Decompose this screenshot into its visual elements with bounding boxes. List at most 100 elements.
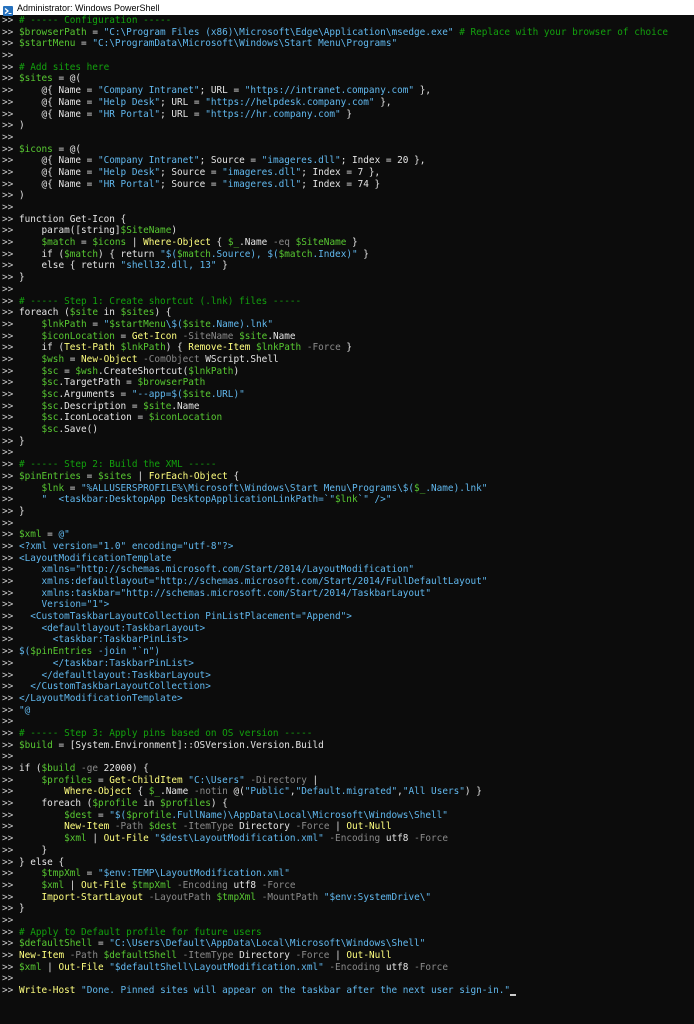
code-token: "Done. Pinned sites will appear on the t… [81, 985, 511, 997]
continuation-prompt: >> [2, 155, 19, 167]
console-line: >> <LayoutModificationTemplate [2, 553, 694, 565]
continuation-prompt: >> [2, 856, 19, 868]
continuation-prompt: >> [2, 424, 19, 436]
code-token: "$( [160, 248, 177, 260]
code-token: $match [41, 237, 76, 249]
code-token: $sites [120, 307, 155, 319]
code-token: function Get-Icon { [18, 213, 127, 225]
code-token: $defaultShell [103, 950, 178, 961]
console-line: >> if ($build -ge 22000) { [2, 763, 694, 775]
continuation-prompt: >> [2, 38, 19, 50]
continuation-prompt: >> [2, 482, 19, 494]
continuation-prompt: >> [2, 260, 19, 272]
code-token: .Name).lnk" [425, 482, 488, 494]
continuation-prompt: >> [2, 634, 19, 646]
code-token: $sc [41, 365, 59, 377]
code-token: $profile [126, 809, 172, 821]
continuation-prompt: >> [2, 435, 19, 447]
code-token: <LayoutModificationTemplate [18, 552, 172, 564]
code-token: "C:\Program Files (x86)\Microsoft\Edge\A… [103, 26, 454, 38]
code-token: "imageres.dll" [222, 178, 302, 190]
console-line: >> [2, 751, 694, 763]
continuation-prompt: >> [2, 973, 19, 985]
code-token: $tmpXml [131, 879, 172, 891]
continuation-prompt: >> [2, 400, 19, 412]
code-token: $wsh [41, 353, 65, 365]
code-token: # Replace with your browser of choice [459, 26, 669, 38]
code-token: ; URL = [160, 96, 206, 108]
code-token: # ----- Configuration ----- [18, 15, 172, 26]
console-line: >> </taskbar:TaskbarPinList> [2, 658, 694, 670]
code-token: $_ [414, 482, 426, 494]
console-line: >> New-Item -Path $dest -ItemType Direct… [2, 821, 694, 833]
continuation-prompt: >> [2, 611, 19, 623]
code-token: ) [18, 190, 25, 202]
continuation-prompt: >> [2, 587, 19, 599]
code-token: Get-Icon [131, 330, 177, 342]
code-token: .Name [239, 237, 273, 249]
code-token: $sc [41, 412, 59, 424]
continuation-prompt: >> [2, 552, 19, 564]
code-token: -Path [69, 950, 98, 961]
console-line: >> $icons = @( [2, 144, 694, 156]
continuation-prompt: >> [2, 844, 19, 856]
code-token: `" />" [357, 494, 392, 506]
code-token: utf8 [380, 833, 415, 845]
code-token: ; Source = [160, 166, 223, 178]
continuation-prompt: >> [2, 669, 19, 681]
code-token: Version="1"> [18, 599, 110, 611]
code-token: -ge [81, 763, 98, 774]
console-line: >> @{ Name = "Help Desk"; Source = "imag… [2, 167, 694, 179]
console-output[interactable]: >> # ----- Configuration ----- >> $browse… [0, 15, 694, 1024]
code-token: .Source), $( [210, 248, 279, 260]
continuation-prompt: >> [2, 108, 19, 120]
console-line: >> </LayoutModificationTemplate> [2, 693, 694, 705]
console-line: >> ) [2, 120, 694, 132]
code-token: "https://helpdesk.company.com" [205, 96, 375, 108]
code-token: -Encoding [329, 961, 381, 973]
console-line: >> $pinEntries = $sites | ForEach-Object… [2, 471, 694, 483]
title-bar[interactable]: Administrator: Windows PowerShell [0, 0, 694, 16]
continuation-prompt: >> [2, 833, 19, 845]
console-line: >> function Get-Icon { [2, 214, 694, 226]
console-line: >> $sc.IconLocation = $iconLocation [2, 412, 694, 424]
code-token: { [227, 470, 240, 482]
code-token: else { return [18, 260, 121, 272]
code-token: $profile [92, 798, 138, 810]
continuation-prompt: >> [2, 716, 19, 728]
console-line: >> @{ Name = "HR Portal"; Source = "imag… [2, 179, 694, 191]
window-title: Administrator: Windows PowerShell [17, 2, 160, 13]
code-token: ) { [210, 798, 228, 810]
code-token: utf8 [380, 961, 415, 973]
code-token: @{ Name = [18, 96, 98, 108]
code-token: "Public" [244, 786, 290, 798]
code-token: $site [69, 307, 98, 319]
code-token: | [86, 833, 104, 845]
continuation-prompt: >> [2, 821, 19, 833]
code-token: = [81, 470, 98, 482]
continuation-prompt: >> [2, 727, 19, 739]
code-token: -Force [261, 879, 296, 891]
code-token: 22000) { [97, 763, 149, 774]
console-line: >> $sc.Arguments = "--app=$($site.URL)" [2, 389, 694, 401]
code-token: -Directory [250, 774, 307, 786]
console-line: >> $tmpXml = "$env:TEMP\LayoutModificati… [2, 868, 694, 880]
code-token: "$env:TEMP\LayoutModification.xml" [97, 868, 290, 880]
code-token: WScript.Shell [199, 353, 279, 365]
code-token: Test-Path [64, 342, 115, 354]
console-line: >> } [2, 506, 694, 518]
code-token: = [81, 868, 98, 880]
code-token: ) [171, 225, 178, 237]
continuation-prompt: >> [2, 809, 19, 821]
code-token: $wsh [75, 365, 98, 377]
code-token: }, [374, 96, 392, 108]
continuation-prompt: >> [2, 961, 19, 973]
continuation-prompt: >> [2, 412, 19, 424]
console-line: >> [2, 284, 694, 296]
code-token: -eq [272, 237, 290, 249]
